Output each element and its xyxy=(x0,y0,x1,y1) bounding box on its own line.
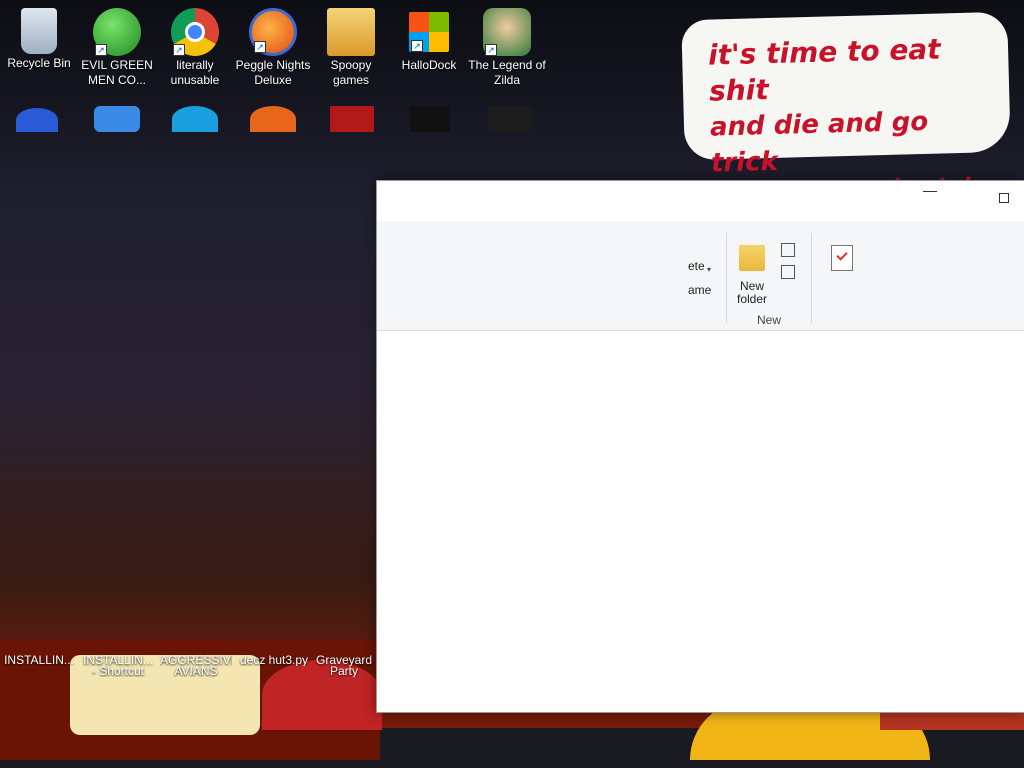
green-men-icon: ↗ xyxy=(93,8,141,56)
ribbon-back: ete ▾ ame New folder New xyxy=(377,221,1024,331)
rename-button[interactable]: ame xyxy=(688,283,711,297)
recycle-bin-icon xyxy=(21,8,57,54)
desktop-icon-partial[interactable] xyxy=(488,106,532,132)
desktop-icon-label: EVIL GREEN MEN CO... xyxy=(81,58,153,87)
desktop-icon-partial[interactable] xyxy=(172,106,218,132)
peggle-icon: ↗ xyxy=(249,8,297,56)
desktop-icon-label: Recycle Bin xyxy=(7,56,71,70)
bubble-line: it's time to eat shit xyxy=(707,32,942,108)
zilda-icon: ↗ xyxy=(483,8,531,56)
desktop-icon-hallodock[interactable]: ↗ HalloDock xyxy=(390,8,468,73)
desktop-icon-label: HalloDock xyxy=(401,58,457,72)
properties-icon xyxy=(831,245,853,271)
minimize-icon[interactable] xyxy=(923,191,937,192)
hidden-desktop-labels: INSTALLIN... INSTALLIN... - Shortcut AGG… xyxy=(0,655,380,677)
desktop-icon-partial[interactable] xyxy=(94,106,140,132)
desktop-icon-partial[interactable] xyxy=(250,106,296,132)
desktop-icon-label: Graveyard Party Scre... xyxy=(315,655,373,677)
desktop-icon-partial[interactable] xyxy=(410,106,450,132)
explorer-window-back[interactable]: ete ▾ ame New folder New xyxy=(376,180,1024,713)
desktop-icon-partial[interactable] xyxy=(330,106,374,132)
easy-access-icon[interactable] xyxy=(781,265,795,279)
desktop-icon-evil-green-men[interactable]: ↗ EVIL GREEN MEN CO... xyxy=(78,8,156,88)
desktop-icon-spoopy-games[interactable]: Spoopy games xyxy=(312,8,390,88)
desktop-icon-legend-of-zilda[interactable]: ↗ The Legend of Zilda xyxy=(468,8,546,88)
maximize-icon[interactable] xyxy=(999,193,1009,203)
desktop-icon-label: INSTALLIN... xyxy=(4,655,74,666)
chrome-icon: ↗ xyxy=(171,8,219,56)
new-item-icon[interactable] xyxy=(781,243,795,257)
desktop-icon-literally-unusable[interactable]: ↗ literally unusable xyxy=(156,8,234,88)
desktop-icon-recycle-bin[interactable]: Recycle Bin xyxy=(0,8,78,71)
desktop-icon-label: Spoopy games xyxy=(330,58,372,87)
desktop-icon-label: AGGRESSIVE AVIANS xyxy=(160,655,232,677)
desktop-icon-label: decz hut3.py xyxy=(239,655,309,666)
desktop-icon-peggle[interactable]: ↗ Peggle Nights Deluxe xyxy=(234,8,312,88)
desktop-icon-partial[interactable] xyxy=(16,108,58,132)
new-folder-button[interactable]: New folder xyxy=(737,280,767,306)
speech-bubble: it's time to eat shit and die and go tri… xyxy=(681,11,1011,206)
desktop-icon-label: The Legend of Zilda xyxy=(468,58,546,87)
new-folder-icon xyxy=(739,245,765,271)
desktop-icon-label: INSTALLIN... - Shortcut xyxy=(83,655,153,677)
desktop-icon-label: literally unusable xyxy=(170,58,220,87)
windows-logo-icon: ↗ xyxy=(409,12,449,52)
folder-icon xyxy=(327,8,375,56)
delete-button[interactable]: ete xyxy=(688,259,705,273)
chevron-down-icon: ▾ xyxy=(707,265,712,274)
ribbon-group-label: New xyxy=(757,313,782,327)
desktop-icon-label: Peggle Nights Deluxe xyxy=(235,58,311,87)
